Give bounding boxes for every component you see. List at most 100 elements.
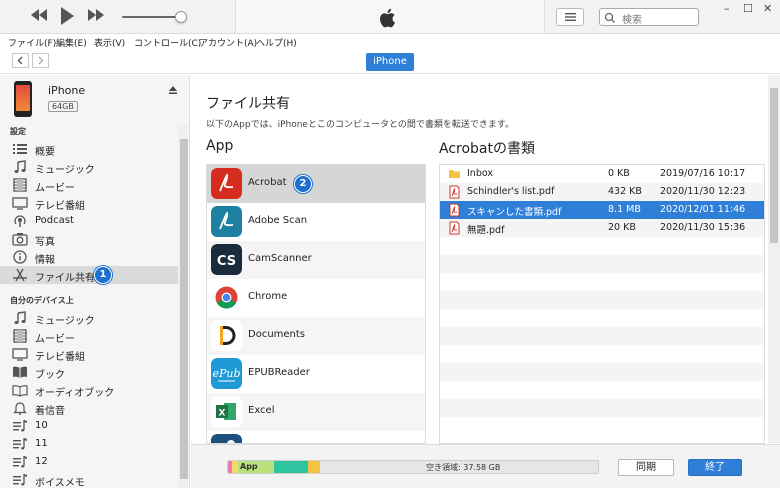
app-name: Excel	[248, 405, 275, 416]
menu-help[interactable]: ヘルプ(H)	[256, 36, 297, 49]
step-badge-1: 1	[94, 266, 112, 284]
playlist-icon	[13, 420, 27, 432]
search-input[interactable]: 検索	[599, 8, 699, 26]
back-button[interactable]	[12, 53, 29, 68]
app-row-adobe-scan[interactable]: Adobe Scan	[207, 203, 425, 241]
camscanner-app-icon: CS	[211, 244, 242, 275]
file-row-empty	[440, 345, 764, 363]
app-row-documents[interactable]: Documents	[207, 317, 425, 355]
sidebar-item-label: ファイル共有	[35, 273, 95, 284]
documents-column-header: Acrobatの書類	[439, 141, 535, 157]
sidebar-item-label: Podcast	[35, 215, 74, 226]
file-size: 20 KB	[608, 222, 636, 233]
file-row-schindlers-list[interactable]: Schindler's list.pdf 432 KB 2020/11/30 1…	[440, 183, 764, 201]
music-note-icon	[14, 311, 26, 324]
sidebar-item-device-audiobooks[interactable]: オーディオブック	[0, 381, 178, 399]
navigation-row: iPhone	[0, 50, 780, 74]
menu-file[interactable]: ファイル(F)	[8, 36, 56, 49]
sidebar-item-device-ringtones[interactable]: 着信音	[0, 399, 178, 417]
file-row-empty	[440, 417, 764, 435]
file-row-empty	[440, 237, 764, 255]
sidebar-item-device-books[interactable]: ブック	[0, 363, 178, 381]
app-row-acrobat[interactable]: Acrobat	[207, 165, 425, 203]
tv-icon	[12, 348, 28, 361]
app-row-camscanner[interactable]: CS CamScanner	[207, 241, 425, 279]
minimize-button[interactable]: –	[724, 2, 730, 15]
page-title: ファイル共有	[206, 96, 290, 112]
app-row-epubreader[interactable]: ePub EPUBReader	[207, 355, 425, 393]
play-icon[interactable]	[59, 6, 75, 26]
maximize-button[interactable]: ☐	[743, 2, 753, 15]
sync-button[interactable]: 同期	[618, 459, 674, 476]
file-row-untitled[interactable]: 無題.pdf 20 KB 2020/11/30 15:36	[440, 219, 764, 237]
sidebar-item-tv-shows[interactable]: テレビ番組	[0, 194, 178, 212]
svg-text:CS: CS	[217, 254, 236, 269]
pdf-file-icon	[449, 203, 460, 217]
list-view-button[interactable]	[556, 8, 584, 26]
bell-icon	[13, 402, 27, 415]
file-date: 2019/07/16 10:17	[660, 168, 746, 179]
app-row-chrome[interactable]: Chrome	[207, 279, 425, 317]
rewind-icon[interactable]	[30, 8, 48, 22]
file-row-inbox[interactable]: Inbox 0 KB 2019/07/16 10:17	[440, 165, 764, 183]
forward-button[interactable]	[32, 53, 49, 68]
sidebar-item-music[interactable]: ミュージック	[0, 158, 178, 176]
sidebar-item-label: 12	[35, 456, 48, 467]
app-row-excel[interactable]: X Excel	[207, 393, 425, 431]
device-name: iPhone	[48, 84, 86, 97]
sidebar-item-label: ムービー	[35, 334, 75, 345]
sidebar-item-voice-memos[interactable]: ボイスメモ	[0, 471, 178, 488]
file-date: 2020/12/01 11:46	[660, 204, 746, 215]
apple-logo-icon	[380, 8, 395, 28]
sidebar: iPhone 64GB 設定 概要 ミュージック ムービー テレビ番組 Podc…	[0, 75, 190, 488]
sidebar-item-playlist-11[interactable]: 11	[0, 435, 178, 453]
svg-text:X: X	[219, 409, 226, 419]
capacity-segment-documents	[274, 461, 308, 473]
podcast-icon	[14, 215, 26, 227]
iphone-device-icon[interactable]	[14, 81, 32, 117]
sidebar-item-label: ブック	[35, 370, 65, 381]
film-icon	[13, 178, 27, 192]
sidebar-scroll-thumb[interactable]	[180, 139, 188, 479]
app-name: CamScanner	[248, 253, 312, 264]
done-button[interactable]: 終了	[688, 459, 742, 476]
film-icon	[13, 329, 27, 343]
eject-icon[interactable]	[168, 85, 178, 95]
sidebar-item-device-tv-shows[interactable]: テレビ番組	[0, 345, 178, 363]
menu-bar: ファイル(F) 編集(E) 表示(V) コントロール(C) アカウント(A) ヘ…	[0, 34, 780, 50]
tab-iphone[interactable]: iPhone	[366, 53, 414, 71]
list-icon	[565, 13, 576, 21]
close-button[interactable]: ✕	[763, 2, 772, 15]
sidebar-item-movies[interactable]: ムービー	[0, 176, 178, 194]
sidebar-item-podcast[interactable]: Podcast	[0, 212, 178, 230]
file-name: スキャンした書類.pdf	[467, 207, 562, 218]
chevron-right-icon	[38, 56, 44, 65]
sidebar-item-playlist-12[interactable]: 12	[0, 453, 178, 471]
capacity-free-label: 空き領域: 37.58 GB	[426, 463, 501, 472]
file-row-empty	[440, 399, 764, 417]
app-row-partial[interactable]	[207, 431, 425, 443]
main-scroll-thumb[interactable]	[770, 88, 778, 243]
file-row-scanned-document[interactable]: スキャンした書類.pdf 8.1 MB 2020/12/01 11:46	[440, 201, 764, 219]
fast-forward-icon[interactable]	[87, 8, 105, 22]
menu-controls[interactable]: コントロール(C)	[134, 36, 201, 49]
file-date: 2020/11/30 15:36	[660, 222, 746, 233]
sidebar-item-device-music[interactable]: ミュージック	[0, 309, 178, 327]
sidebar-item-summary[interactable]: 概要	[0, 140, 178, 158]
menu-view[interactable]: 表示(V)	[94, 36, 125, 49]
file-name: Schindler's list.pdf	[467, 186, 555, 197]
menu-account[interactable]: アカウント(A)	[199, 36, 257, 49]
sidebar-item-file-sharing[interactable]: ファイル共有	[0, 266, 178, 284]
volume-track[interactable]	[122, 16, 182, 18]
sidebar-item-photos[interactable]: 写真	[0, 230, 178, 248]
book-icon	[13, 366, 27, 378]
chrome-app-icon	[211, 282, 242, 313]
sidebar-item-playlist-10[interactable]: 10	[0, 417, 178, 435]
volume-knob[interactable]	[175, 11, 187, 23]
menu-edit[interactable]: 編集(E)	[56, 36, 87, 49]
sidebar-item-info[interactable]: 情報	[0, 248, 178, 266]
app-icon	[211, 434, 242, 443]
file-row-empty	[440, 381, 764, 399]
title-bar: 検索 – ☐ ✕	[0, 0, 780, 34]
sidebar-item-device-movies[interactable]: ムービー	[0, 327, 178, 345]
